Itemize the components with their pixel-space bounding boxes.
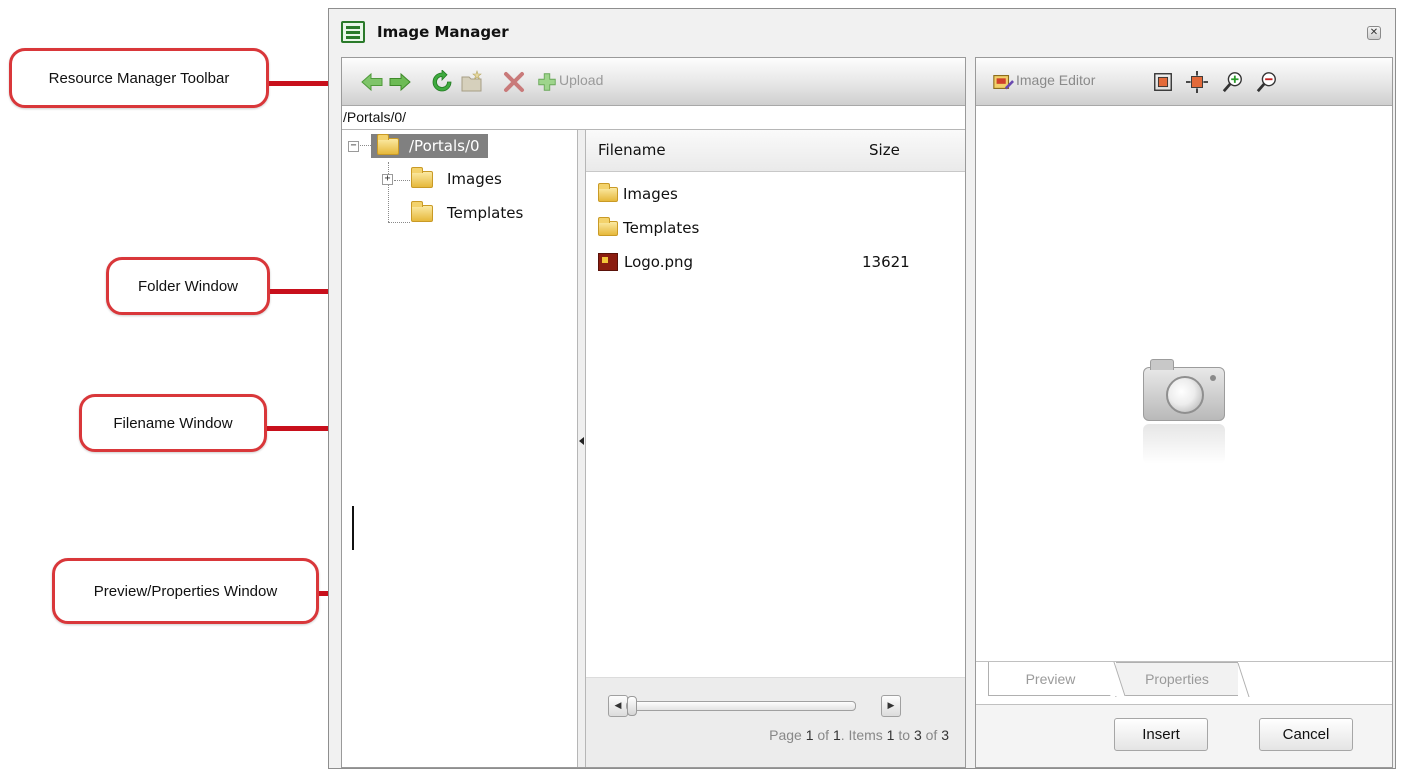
pager-items-to: 3 xyxy=(913,727,922,743)
tab-label: Properties xyxy=(1145,671,1209,687)
pager-items-from: 1 xyxy=(886,727,895,743)
preview-area xyxy=(976,106,1392,661)
tab-label: Preview xyxy=(1025,670,1076,687)
pager-total-pages: 1 xyxy=(832,727,841,743)
upload-button[interactable]: Upload xyxy=(559,72,603,88)
callout-label: Filename Window xyxy=(113,414,233,432)
pager-current-page: 1 xyxy=(805,727,814,743)
tab-preview[interactable]: Preview xyxy=(988,662,1112,696)
file-row[interactable]: Logo.png 13621 xyxy=(598,250,965,274)
pager-text: of xyxy=(925,727,938,743)
camera-flash xyxy=(1210,375,1216,381)
pager-area: ◀ ▶ Page 1 of 1. Items 1 to 3 of 3 xyxy=(586,677,965,767)
current-path: /Portals/0/ xyxy=(342,106,965,130)
pager-text: . Items xyxy=(840,727,883,743)
camera-reflection xyxy=(1143,424,1225,464)
zoom-out-icon[interactable] xyxy=(1256,71,1278,93)
image-file-icon xyxy=(598,253,618,271)
folder-icon xyxy=(411,200,433,222)
file-row[interactable]: Images xyxy=(598,182,965,206)
camera-placeholder-icon xyxy=(1143,359,1225,421)
collapse-icon[interactable]: − xyxy=(348,140,359,152)
file-name: Templates xyxy=(623,219,700,237)
preview-properties-panel: Image Editor Properties Preview Insert C… xyxy=(975,57,1393,768)
callout-filename-window: Filename Window xyxy=(79,394,267,452)
tree-node-root[interactable]: − /Portals/0 xyxy=(348,133,488,158)
file-size: 13621 xyxy=(862,253,910,271)
callout-preview-properties-window: Preview/Properties Window xyxy=(52,558,319,624)
folder-icon xyxy=(377,133,399,155)
tree-node-label: /Portals/0 xyxy=(409,137,480,155)
tree-node-templates[interactable]: Templates xyxy=(411,200,524,222)
callout-label: Resource Manager Toolbar xyxy=(48,69,230,87)
resource-manager-toolbar: Upload xyxy=(342,58,965,106)
dialog-buttons: Insert Cancel xyxy=(976,704,1392,767)
pager-text: Page xyxy=(769,727,802,743)
folder-icon xyxy=(411,166,433,188)
file-name: Images xyxy=(623,185,678,203)
preview-toolbar: Image Editor xyxy=(976,58,1392,106)
folder-window: − /Portals/0 + Images Templates xyxy=(342,130,577,767)
callout-resource-manager-toolbar: Resource Manager Toolbar xyxy=(9,48,269,108)
image-editor-icon[interactable] xyxy=(992,71,1014,93)
camera-lens xyxy=(1166,376,1204,414)
callout-label: Folder Window xyxy=(137,277,239,295)
text-cursor xyxy=(352,506,354,550)
file-name: Logo.png xyxy=(624,253,694,271)
delete-icon[interactable] xyxy=(502,70,526,94)
column-header-filename[interactable]: Filename xyxy=(598,141,666,159)
folder-icon xyxy=(598,182,618,202)
insert-button[interactable]: Insert xyxy=(1114,718,1208,751)
tree-node-root-label-wrap[interactable]: /Portals/0 xyxy=(371,133,488,158)
file-grid-header: Filename Size xyxy=(586,130,965,172)
tree-node-label: Templates xyxy=(447,204,524,222)
tree-node-images[interactable]: + Images xyxy=(382,166,502,188)
scroll-left-button[interactable]: ◀ xyxy=(608,695,628,717)
tree-node-label: Images xyxy=(447,170,502,188)
forward-arrow-icon[interactable] xyxy=(388,70,412,94)
image-editor-button[interactable]: Image Editor xyxy=(1016,72,1095,88)
pager-text: to xyxy=(898,727,911,743)
dialog-title: Image Manager xyxy=(377,23,509,41)
pager-items-total: 3 xyxy=(941,727,949,743)
column-header-size[interactable]: Size xyxy=(869,141,900,159)
collapse-arrow-icon[interactable] xyxy=(579,437,584,445)
add-icon[interactable] xyxy=(536,71,558,93)
refresh-icon[interactable] xyxy=(430,70,454,94)
image-manager-dialog: Image Manager ✕ Upload /Portals/0/ − /Po… xyxy=(328,8,1396,769)
cancel-button[interactable]: Cancel xyxy=(1259,718,1353,751)
close-button[interactable]: ✕ xyxy=(1367,26,1381,40)
scroll-thumb[interactable] xyxy=(627,696,637,716)
file-row[interactable]: Templates xyxy=(598,216,965,240)
pane-splitter[interactable] xyxy=(577,130,586,767)
dialog-titlebar[interactable]: Image Manager ✕ xyxy=(329,9,1395,55)
actual-size-icon[interactable] xyxy=(1186,71,1208,93)
preview-tabs: Properties Preview xyxy=(976,661,1392,706)
folder-icon xyxy=(598,216,618,236)
resource-manager-panel: Upload /Portals/0/ − /Portals/0 + Images xyxy=(341,57,966,768)
scroll-right-button[interactable]: ▶ xyxy=(881,695,901,717)
callout-label: Preview/Properties Window xyxy=(93,582,278,600)
zoom-in-icon[interactable] xyxy=(1222,71,1244,93)
pager-text: of xyxy=(817,727,830,743)
horizontal-scrollbar[interactable] xyxy=(626,696,856,716)
new-folder-icon[interactable] xyxy=(460,70,484,94)
filename-window: Filename Size Images Templates Logo.png … xyxy=(586,130,965,767)
tree-connector xyxy=(388,222,410,223)
pager-summary: Page 1 of 1. Items 1 to 3 of 3 xyxy=(769,727,949,743)
tab-properties[interactable]: Properties xyxy=(1116,662,1238,696)
image-manager-icon xyxy=(341,21,365,43)
callout-folder-window: Folder Window xyxy=(106,257,270,315)
best-fit-icon[interactable] xyxy=(1152,71,1174,93)
expand-icon[interactable]: + xyxy=(382,173,393,185)
back-arrow-icon[interactable] xyxy=(360,70,384,94)
